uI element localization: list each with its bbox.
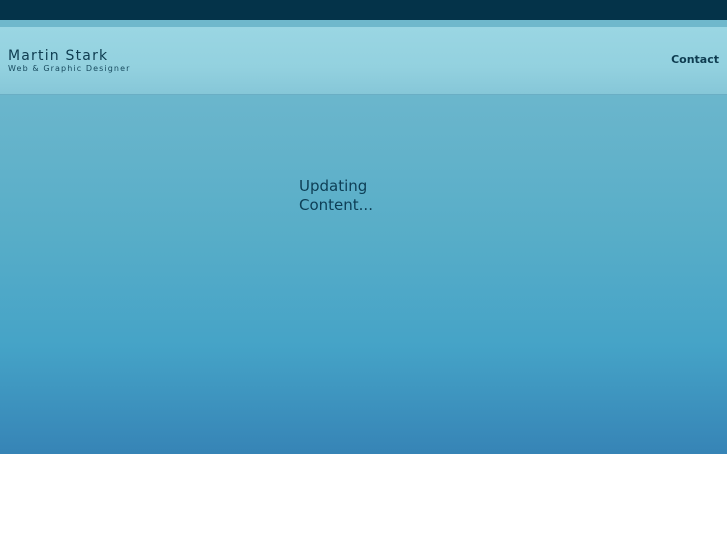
nav-contact-link[interactable]: Contact xyxy=(671,53,719,66)
main-content: Updating Content... xyxy=(0,95,727,454)
site-title[interactable]: Martin Stark xyxy=(8,48,108,64)
page: Martin Stark Web & Graphic Designer Cont… xyxy=(0,0,727,545)
top-edge-divider xyxy=(0,20,727,27)
site-tagline: Web & Graphic Designer xyxy=(8,64,131,73)
status-message: Updating Content... xyxy=(299,177,373,214)
top-strip xyxy=(0,0,727,20)
site-header: Martin Stark Web & Graphic Designer Cont… xyxy=(0,27,727,95)
